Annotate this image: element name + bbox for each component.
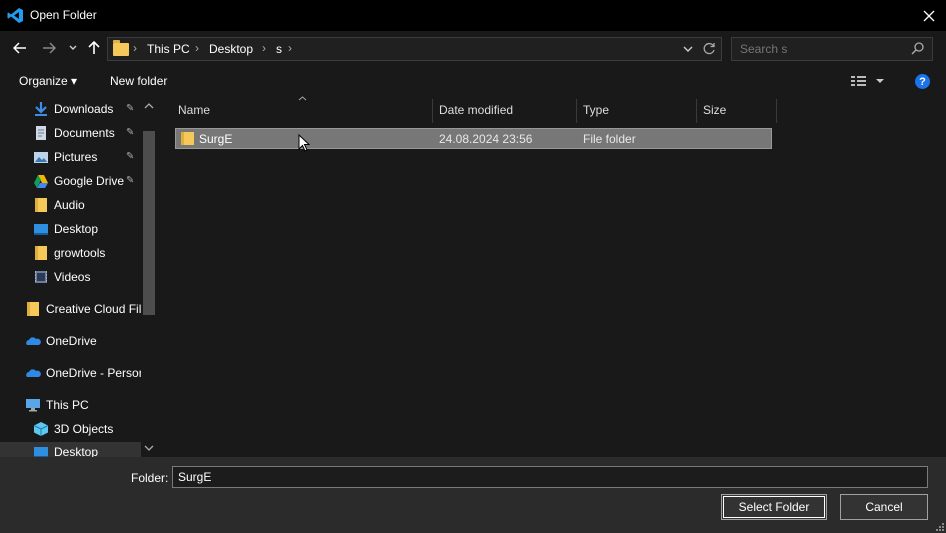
search-icon — [911, 42, 924, 55]
sidebar-item-label: OneDrive — [46, 334, 97, 348]
document-icon — [36, 126, 46, 140]
up-button[interactable] — [84, 38, 104, 58]
sidebar-item-label: Documents — [54, 126, 115, 140]
cancel-button[interactable]: Cancel — [840, 494, 928, 520]
sidebar-item-audio[interactable]: Audio — [33, 195, 85, 215]
sidebar-item-label: Desktop — [54, 222, 99, 236]
column-header-size[interactable]: Size — [703, 103, 726, 117]
window-title: Open Folder — [30, 8, 97, 22]
sidebar-item-label: Google Drive — [54, 174, 125, 188]
search-box[interactable] — [731, 37, 933, 61]
scroll-up-icon[interactable] — [144, 102, 154, 109]
chevron-down-icon[interactable] — [683, 46, 693, 53]
sidebar-item-label: Audio — [54, 198, 85, 212]
folder-label: Folder: — [131, 471, 169, 485]
sidebar-item-onedrive-personal[interactable]: OneDrive - Persor — [25, 363, 143, 383]
scrollbar-thumb[interactable] — [143, 131, 155, 315]
sidebar-item-videos[interactable]: Videos — [33, 267, 90, 287]
sidebar-item-label: OneDrive - Persor — [46, 366, 143, 380]
sidebar-item-creative-cloud-files[interactable]: Creative Cloud Fil — [25, 299, 141, 319]
sidebar-item-downloads[interactable]: Downloads — [33, 99, 113, 119]
organize-button[interactable]: Organize ▾ — [19, 74, 77, 88]
3d-objects-icon — [33, 422, 49, 436]
arrow-left-icon — [13, 42, 26, 54]
folder-icon — [35, 246, 47, 260]
sidebar-item-label: This PC — [46, 398, 89, 412]
chevron-down-icon — [69, 45, 77, 50]
arrow-up-icon — [88, 41, 100, 54]
sidebar-item-desktop[interactable]: Desktop — [33, 219, 98, 239]
arrow-right-icon — [43, 42, 56, 54]
help-icon[interactable]: ? — [915, 74, 930, 89]
navigation-pane: Downloads ✎ Documents ✎ Pictures ✎ Googl… — [0, 97, 159, 462]
select-folder-button[interactable]: Select Folder — [721, 494, 827, 520]
forward-button[interactable] — [39, 38, 59, 58]
sidebar-item-pictures[interactable]: Pictures — [33, 147, 97, 167]
sidebar-item-growtools[interactable]: growtools — [33, 243, 105, 263]
onedrive-icon — [26, 337, 41, 345]
search-input[interactable] — [740, 42, 900, 56]
vscode-icon — [7, 8, 23, 23]
breadcrumb-item-desktop[interactable]: Desktop — [209, 42, 253, 56]
breadcrumb-separator: › — [288, 41, 292, 55]
breadcrumb-separator: › — [133, 41, 137, 55]
view-options-button[interactable] — [849, 73, 889, 89]
desktop-icon — [34, 224, 48, 235]
sidebar-item-google-drive[interactable]: Google Drive — [33, 171, 124, 191]
sidebar-item-label: 3D Objects — [54, 422, 114, 436]
breadcrumb-item-this-pc[interactable]: This PC — [147, 42, 190, 56]
pin-icon: ✎ — [126, 127, 135, 138]
sidebar-item-documents[interactable]: Documents — [33, 123, 115, 143]
refresh-icon[interactable] — [703, 42, 716, 55]
sidebar-item-label: Downloads — [54, 102, 114, 116]
details-view-icon — [851, 76, 884, 86]
title-bar — [0, 0, 946, 31]
column-divider[interactable] — [432, 99, 433, 123]
address-bar[interactable]: › This PC › Desktop › s › — [107, 37, 722, 61]
column-header-type[interactable]: Type — [583, 103, 609, 117]
breadcrumb-separator: › — [262, 41, 266, 55]
sidebar-item-this-pc[interactable]: This PC — [25, 395, 89, 415]
folder-icon — [113, 40, 129, 56]
pin-icon: ✎ — [126, 151, 135, 162]
new-folder-button[interactable]: New folder — [110, 74, 167, 88]
file-list — [159, 97, 946, 457]
file-date-modified: 24.08.2024 23:56 — [439, 132, 533, 146]
sidebar-item-label: growtools — [54, 246, 106, 260]
sidebar-item-label: Creative Cloud Fil — [46, 302, 142, 316]
pin-icon: ✎ — [126, 103, 135, 114]
breadcrumb-separator: › — [195, 41, 199, 55]
sidebar-item-3d-objects[interactable]: 3D Objects — [33, 419, 113, 439]
sidebar-item-label: Videos — [54, 270, 91, 284]
folder-name-input[interactable] — [172, 466, 928, 488]
column-divider[interactable] — [576, 99, 577, 123]
pc-icon — [26, 399, 40, 412]
onedrive-icon — [26, 369, 41, 377]
column-divider[interactable] — [696, 99, 697, 123]
file-type: File folder — [583, 132, 636, 146]
resize-grip-icon[interactable] — [934, 521, 944, 531]
folder-icon — [35, 198, 47, 212]
sidebar-item-label: Pictures — [54, 150, 98, 164]
pictures-icon — [34, 152, 48, 163]
close-button[interactable] — [916, 4, 942, 28]
videos-icon — [35, 271, 47, 283]
sidebar-item-onedrive[interactable]: OneDrive — [25, 331, 97, 351]
column-header-date-modified[interactable]: Date modified — [439, 103, 513, 117]
recent-locations-button[interactable] — [64, 38, 82, 58]
pin-icon: ✎ — [126, 175, 135, 186]
close-icon — [923, 10, 935, 22]
back-button[interactable] — [10, 38, 30, 58]
folder-icon — [27, 302, 39, 316]
file-name[interactable]: SurgE — [199, 132, 232, 146]
google-drive-icon — [34, 175, 48, 188]
breadcrumb-item-s[interactable]: s — [276, 42, 282, 56]
column-divider[interactable] — [776, 99, 777, 123]
mouse-cursor-icon — [298, 134, 310, 152]
scroll-down-icon[interactable] — [144, 445, 154, 452]
download-icon — [35, 102, 47, 116]
sort-ascending-icon — [298, 96, 307, 101]
column-header-name[interactable]: Name — [178, 103, 210, 117]
folder-icon — [181, 132, 194, 145]
